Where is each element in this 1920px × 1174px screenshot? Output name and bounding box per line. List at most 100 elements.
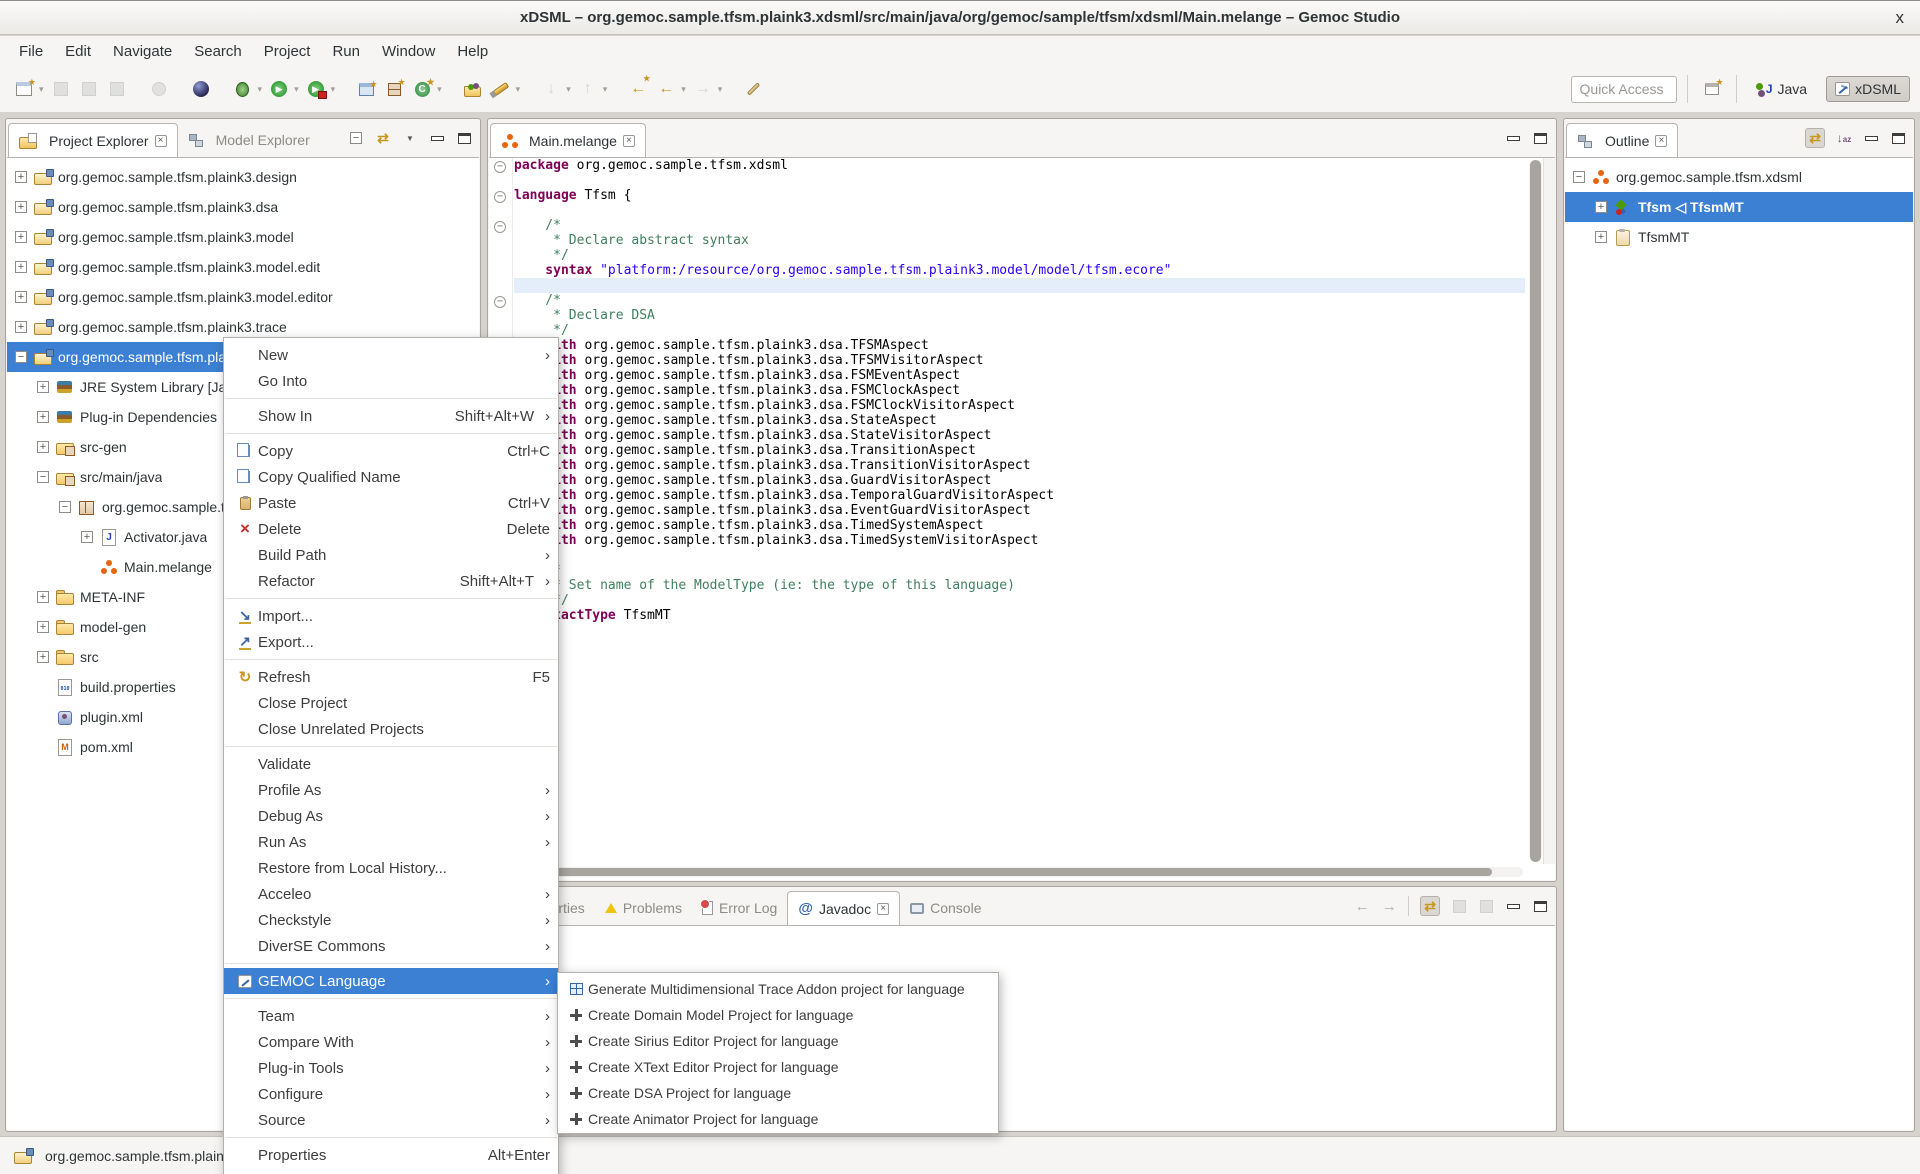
expander-icon[interactable]: + [37, 591, 49, 603]
expander-icon[interactable]: − [59, 501, 71, 513]
close-icon[interactable]: × [155, 135, 167, 147]
minimize-button[interactable] [1505, 896, 1521, 916]
show-in-javadoc-button[interactable] [1451, 896, 1467, 916]
editor-content[interactable]: − − − − − package org.gemoc.sample.tfsm.… [489, 157, 1555, 880]
sort-button[interactable]: ↓az [1836, 128, 1852, 148]
expander-icon[interactable]: − [15, 351, 27, 363]
menu-item-configure[interactable]: Configure [224, 1081, 558, 1107]
code-area[interactable]: package org.gemoc.sample.tfsm.xdsml lang… [514, 158, 1525, 864]
back-button[interactable]: ← [1354, 896, 1370, 916]
external-tools-button[interactable]: ▶ [303, 73, 329, 105]
tab-javadoc[interactable]: @ Javadoc × [787, 891, 900, 925]
fold-collapse-icon[interactable]: − [494, 221, 506, 233]
tab-problems[interactable]: Problems [595, 891, 692, 925]
menu-item-import[interactable]: ↘Import... [224, 603, 558, 629]
menu-item-paste[interactable]: PasteCtrl+V [224, 490, 558, 516]
expander-icon[interactable]: + [37, 651, 49, 663]
submenu-item-create-domain-model[interactable]: Create Domain Model Project for language [558, 1002, 998, 1028]
menu-window[interactable]: Window [371, 38, 446, 65]
search-dialog-button[interactable] [146, 73, 172, 105]
open-attached-javadoc-button[interactable] [1478, 896, 1494, 916]
menu-item-refresh[interactable]: ↻RefreshF5 [224, 664, 558, 690]
submenu-item-create-animator[interactable]: Create Animator Project for language [558, 1106, 998, 1132]
tree-item-design[interactable]: +org.gemoc.sample.tfsm.plaink3.design [7, 162, 479, 192]
scrollbar-thumb[interactable] [491, 868, 1492, 876]
chevron-down-icon[interactable]: ▾ [718, 84, 723, 95]
expander-icon[interactable]: + [15, 201, 27, 213]
menu-item-source[interactable]: Source [224, 1107, 558, 1133]
fold-collapse-icon[interactable]: − [494, 191, 506, 203]
fold-collapse-icon[interactable]: − [494, 161, 506, 173]
collapse-all-button[interactable]: − [348, 128, 364, 148]
pin-editor-button[interactable] [740, 73, 766, 105]
menu-item-restore-from-local-history[interactable]: Restore from Local History... [224, 855, 558, 881]
new-wizard-button[interactable] [11, 73, 37, 105]
menu-item-team[interactable]: Team [224, 1003, 558, 1029]
menu-item-diverse-commons[interactable]: DiverSE Commons [224, 933, 558, 959]
expander-icon[interactable]: + [15, 321, 27, 333]
tab-project-explorer[interactable]: Project Explorer × [8, 123, 178, 157]
back-button[interactable]: ← [653, 73, 679, 105]
menu-item-validate[interactable]: Validate [224, 751, 558, 777]
expander-icon[interactable]: − [1573, 171, 1585, 183]
chevron-down-icon[interactable]: ▾ [603, 84, 608, 95]
menu-item-go-into[interactable]: Go Into [224, 368, 558, 394]
quick-access-input[interactable] [1571, 76, 1677, 103]
menu-edit[interactable]: Edit [54, 38, 102, 65]
menu-item-refactor[interactable]: RefactorShift+Alt+T [224, 568, 558, 594]
run-button[interactable]: ▶ [266, 73, 292, 105]
horizontal-scrollbar[interactable] [491, 867, 1523, 877]
close-icon[interactable]: × [877, 903, 889, 915]
menu-item-show-in[interactable]: Show InShift+Alt+W [224, 403, 558, 429]
outline-item-package[interactable]: −org.gemoc.sample.tfsm.xdsml [1565, 162, 1913, 192]
expander-icon[interactable]: + [1595, 231, 1607, 243]
perspective-xdsml-button[interactable]: xDSML [1826, 76, 1910, 102]
maximize-button[interactable] [1890, 128, 1906, 148]
menu-item-close-project[interactable]: Close Project [224, 690, 558, 716]
close-icon[interactable]: × [1655, 135, 1667, 147]
tree-item-model-editor[interactable]: +org.gemoc.sample.tfsm.plaink3.model.edi… [7, 282, 479, 312]
menu-item-gemoc-language[interactable]: GEMOC Language [224, 968, 558, 994]
next-annotation-button[interactable]: ↓ [538, 73, 564, 105]
expander-icon[interactable]: + [15, 291, 27, 303]
expander-icon[interactable]: − [37, 471, 49, 483]
expander-icon[interactable]: + [15, 171, 27, 183]
tab-error-log[interactable]: Error Log [692, 891, 787, 925]
last-edit-location-button[interactable]: ← [625, 73, 651, 105]
expander-icon[interactable]: + [1595, 201, 1607, 213]
search-button[interactable] [488, 73, 514, 105]
expander-icon[interactable]: + [37, 381, 49, 393]
vertical-scrollbar[interactable] [1529, 160, 1542, 862]
outline-item-tfsmmt[interactable]: +TfsmMT [1565, 222, 1913, 252]
menu-item-export[interactable]: ↗Export... [224, 629, 558, 655]
menu-item-new[interactable]: New [224, 342, 558, 368]
menu-item-build-path[interactable]: Build Path [224, 542, 558, 568]
menu-item-plug-in-tools[interactable]: Plug-in Tools [224, 1055, 558, 1081]
outline-item-tfsm-selected[interactable]: +Tfsm ◁ TfsmMT [1565, 192, 1913, 222]
link-with-editor-button[interactable]: ⇄ [375, 128, 391, 148]
window-close-icon[interactable]: x [1896, 8, 1905, 28]
maximize-button[interactable] [1532, 128, 1548, 148]
chevron-down-icon[interactable]: ▾ [258, 84, 263, 95]
chevron-down-icon[interactable]: ▾ [294, 84, 299, 95]
menu-item-acceleo[interactable]: Acceleo [224, 881, 558, 907]
tree-item-model[interactable]: +org.gemoc.sample.tfsm.plaink3.model [7, 222, 479, 252]
menu-item-run-as[interactable]: Run As [224, 829, 558, 855]
menu-item-close-unrelated-projects[interactable]: Close Unrelated Projects [224, 716, 558, 742]
link-with-editor-button[interactable]: ⇄ [1805, 128, 1825, 148]
tab-outline[interactable]: Outline × [1566, 123, 1678, 157]
tree-item-model-edit[interactable]: +org.gemoc.sample.tfsm.plaink3.model.edi… [7, 252, 479, 282]
menu-navigate[interactable]: Navigate [102, 38, 183, 65]
menu-item-compare-with[interactable]: Compare With [224, 1029, 558, 1055]
expander-icon[interactable]: + [37, 441, 49, 453]
submenu-item-create-xtext-editor[interactable]: Create XText Editor Project for language [558, 1054, 998, 1080]
chevron-down-icon[interactable]: ▾ [39, 84, 44, 95]
new-package-button[interactable] [381, 73, 407, 105]
chevron-down-icon[interactable]: ▾ [331, 84, 336, 95]
menu-item-copy-qualified-name[interactable]: Copy Qualified Name [224, 464, 558, 490]
view-menu-button[interactable]: ▼ [402, 128, 418, 148]
expander-icon[interactable]: + [37, 621, 49, 633]
debug-button[interactable] [230, 73, 256, 105]
menu-item-delete[interactable]: ×DeleteDelete [224, 516, 558, 542]
previous-annotation-button[interactable]: ↑ [575, 73, 601, 105]
